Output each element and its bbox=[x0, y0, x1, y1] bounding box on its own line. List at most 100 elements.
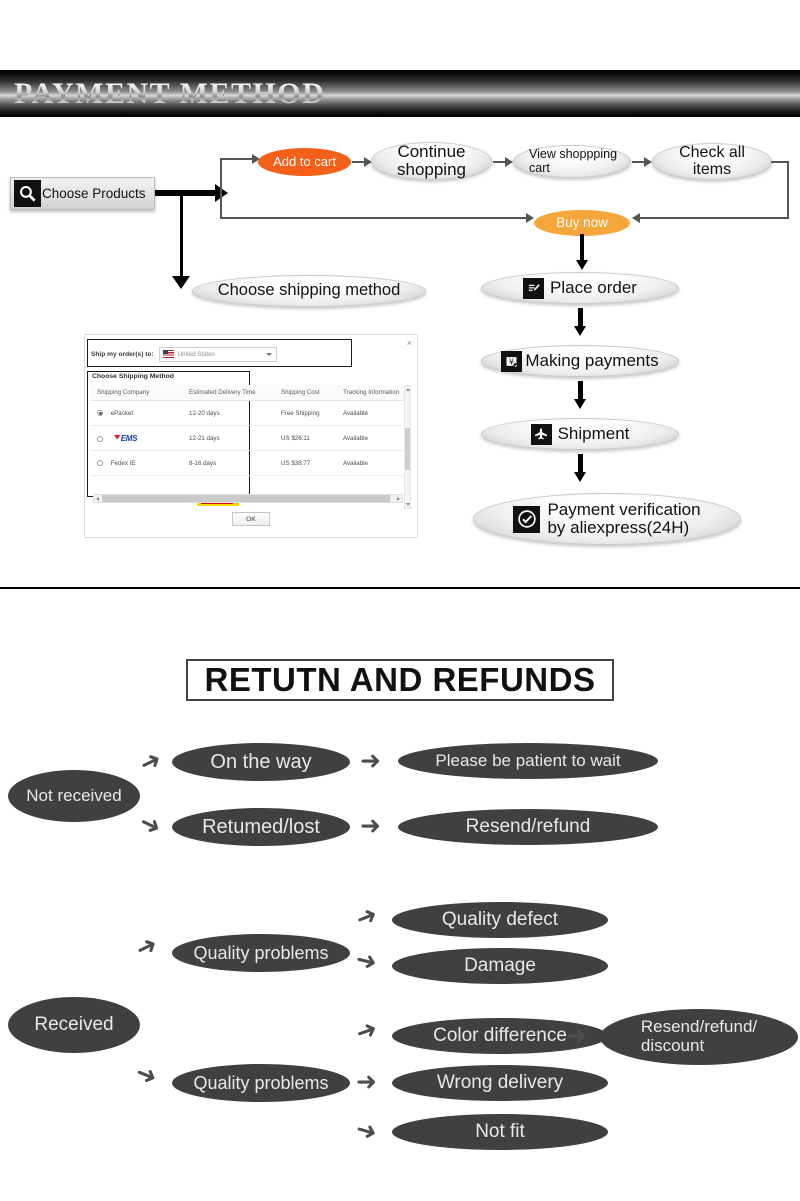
please-be-patient-label: Please be patient to wait bbox=[435, 751, 621, 771]
check-circle-icon bbox=[513, 505, 541, 533]
arrow-payments-to-shipment-head bbox=[574, 399, 586, 409]
table-vertical-scrollbar[interactable] bbox=[404, 385, 411, 509]
radio-epacket[interactable] bbox=[97, 409, 103, 416]
on-the-way-ellipse: On the way bbox=[172, 743, 350, 781]
received-label: Received bbox=[34, 1014, 114, 1036]
check-to-buy-bottom bbox=[640, 217, 789, 219]
svg-text:¥: ¥ bbox=[509, 356, 514, 366]
payment-verification-ellipse[interactable]: Payment verification by aliexpress(24H) bbox=[473, 493, 741, 545]
arrow-continue-to-viewcart-head bbox=[505, 157, 513, 167]
cell-tracking: Available bbox=[337, 400, 409, 426]
us-flag-icon bbox=[162, 350, 174, 358]
resend-refund-label: Resend/refund bbox=[465, 816, 591, 838]
arrow-quality-lower-to-wrong: ➜ bbox=[356, 1067, 377, 1096]
country-select[interactable]: United States bbox=[158, 346, 277, 362]
arrow-returned-to-resend: ➜ bbox=[360, 811, 381, 840]
table-row[interactable]: EMS 12-21 days US $26.11 Available bbox=[91, 425, 409, 451]
making-payments-ellipse[interactable]: ¥ Making payments bbox=[481, 345, 679, 377]
arrow-quality-upper-to-defect: ➜ bbox=[351, 899, 382, 934]
choose-shipping-method-label: Choose shipping method bbox=[217, 281, 401, 300]
arrow-ontheway-to-wait: ➜ bbox=[360, 746, 381, 775]
shipment-ellipse[interactable]: Shipment bbox=[481, 418, 679, 450]
table-row[interactable]: Fedex IE 8-16 days US $38.77 Available bbox=[91, 450, 409, 476]
arrow-received-to-quality-lower: ➜ bbox=[131, 1057, 162, 1092]
page-root: PAYMENT METHOD Choose Products Add to ca… bbox=[0, 0, 800, 1201]
not-fit-label: Not fit bbox=[475, 1121, 525, 1143]
scroll-down-icon[interactable] bbox=[406, 503, 410, 506]
quality-problems-ellipse-lower: Quality problems bbox=[172, 1064, 350, 1102]
check-all-items-label: Check all items bbox=[679, 143, 745, 178]
vertical-scroll-thumb[interactable] bbox=[405, 428, 410, 470]
magnifier-icon bbox=[14, 180, 41, 207]
wrong-delivery-ellipse: Wrong delivery bbox=[392, 1065, 608, 1101]
radio-fedex[interactable] bbox=[97, 459, 103, 466]
arrow-quality-lower-to-notfit: ➜ bbox=[352, 1113, 381, 1148]
ship-to-label: Ship my order(s) to: bbox=[91, 350, 154, 358]
add-to-cart-ellipse[interactable]: Add to cart bbox=[258, 148, 351, 176]
choose-shipping-method-ellipse[interactable]: Choose shipping method bbox=[192, 275, 426, 307]
cell-time: 12-21 days bbox=[183, 425, 275, 451]
cell-cost: Free Shipping bbox=[275, 400, 337, 426]
cell-time: 12-20 days bbox=[183, 400, 275, 426]
quality-defect-label: Quality defect bbox=[441, 909, 559, 931]
close-icon[interactable]: × bbox=[407, 338, 412, 348]
cart-loop-bottom bbox=[220, 217, 530, 219]
view-cart-ellipse[interactable]: View shoppping cart bbox=[513, 145, 631, 178]
company-name: Fedex IE bbox=[110, 459, 136, 467]
cell-tracking: Available bbox=[337, 425, 409, 451]
cell-cost: US $38.77 bbox=[275, 450, 337, 476]
cell-company[interactable]: ePacket bbox=[91, 400, 183, 426]
chevron-down-icon bbox=[265, 352, 272, 356]
check-to-buy-vertical bbox=[787, 161, 789, 218]
received-ellipse: Received bbox=[8, 997, 140, 1053]
resend-refund-discount-ellipse: Resend/refund/ discount bbox=[600, 1009, 798, 1065]
cell-time: 8-16 days bbox=[183, 450, 275, 476]
ok-button[interactable]: OK bbox=[232, 512, 270, 526]
arrow-to-shipping-head bbox=[172, 276, 190, 289]
buy-now-ellipse[interactable]: Buy now bbox=[534, 210, 630, 236]
yen-card-icon: ¥ bbox=[501, 350, 523, 372]
country-select-value: United States bbox=[177, 350, 215, 358]
arrow-notreceived-to-ontheway: ➜ bbox=[134, 743, 167, 780]
arrow-quality-lower-to-color: ➜ bbox=[351, 1013, 382, 1048]
cell-company[interactable]: EMS bbox=[91, 425, 183, 451]
table-row[interactable]: ePacket 12-20 days Free Shipping Availab… bbox=[91, 400, 409, 426]
arrow-to-shipping-line bbox=[180, 196, 183, 278]
shipping-method-dialog: × Ship my order(s) to: United States Cho… bbox=[84, 334, 418, 538]
ship-to-row: Ship my order(s) to: United States bbox=[85, 343, 277, 365]
continue-shopping-ellipse[interactable]: Continue shopping bbox=[371, 142, 492, 180]
wrong-delivery-label: Wrong delivery bbox=[436, 1072, 564, 1094]
radio-ems[interactable] bbox=[97, 435, 103, 442]
place-order-ellipse[interactable]: Place order bbox=[481, 272, 679, 304]
shipment-label: Shipment bbox=[557, 424, 630, 444]
returned-lost-ellipse: Retumed/lost bbox=[172, 808, 350, 846]
cell-company[interactable]: Fedex IE bbox=[91, 450, 183, 476]
buy-now-left-head bbox=[526, 213, 534, 223]
choose-products-box[interactable]: Choose Products bbox=[10, 177, 155, 210]
not-fit-ellipse: Not fit bbox=[392, 1114, 608, 1150]
scroll-left-icon[interactable] bbox=[96, 496, 99, 501]
horizontal-scroll-thumb[interactable] bbox=[102, 495, 390, 502]
quality-problems-label-upper: Quality problems bbox=[193, 942, 329, 963]
cell-tracking: Available bbox=[337, 450, 409, 476]
check-all-items-ellipse[interactable]: Check all items bbox=[652, 143, 772, 180]
arrow-color-to-final: ➜ bbox=[566, 1021, 587, 1050]
quality-problems-label-lower: Quality problems bbox=[193, 1072, 329, 1093]
damage-ellipse: Damage bbox=[392, 948, 608, 984]
payment-verification-label: Payment verification by aliexpress(24H) bbox=[547, 500, 701, 537]
table-header-row: Shipping Company Estimated Delivery Time… bbox=[91, 385, 409, 401]
choose-shipping-method-title: Choose Shipping Method bbox=[92, 373, 174, 380]
buy-now-right-head bbox=[632, 213, 640, 223]
banner-title: PAYMENT METHOD bbox=[14, 71, 325, 116]
scroll-right-icon[interactable] bbox=[397, 496, 400, 501]
choose-products-label: Choose Products bbox=[42, 186, 146, 201]
shipping-methods-table: Shipping Company Estimated Delivery Time… bbox=[91, 385, 409, 476]
arrow-quality-upper-to-damage: ➜ bbox=[352, 943, 381, 978]
scroll-up-icon[interactable] bbox=[406, 388, 410, 391]
order-form-icon bbox=[523, 277, 545, 299]
airplane-icon bbox=[530, 423, 552, 445]
cart-loop-top bbox=[220, 158, 256, 160]
table-horizontal-scrollbar[interactable] bbox=[93, 494, 403, 503]
section-divider bbox=[0, 587, 800, 589]
resend-refund-ellipse: Resend/refund bbox=[398, 809, 658, 845]
